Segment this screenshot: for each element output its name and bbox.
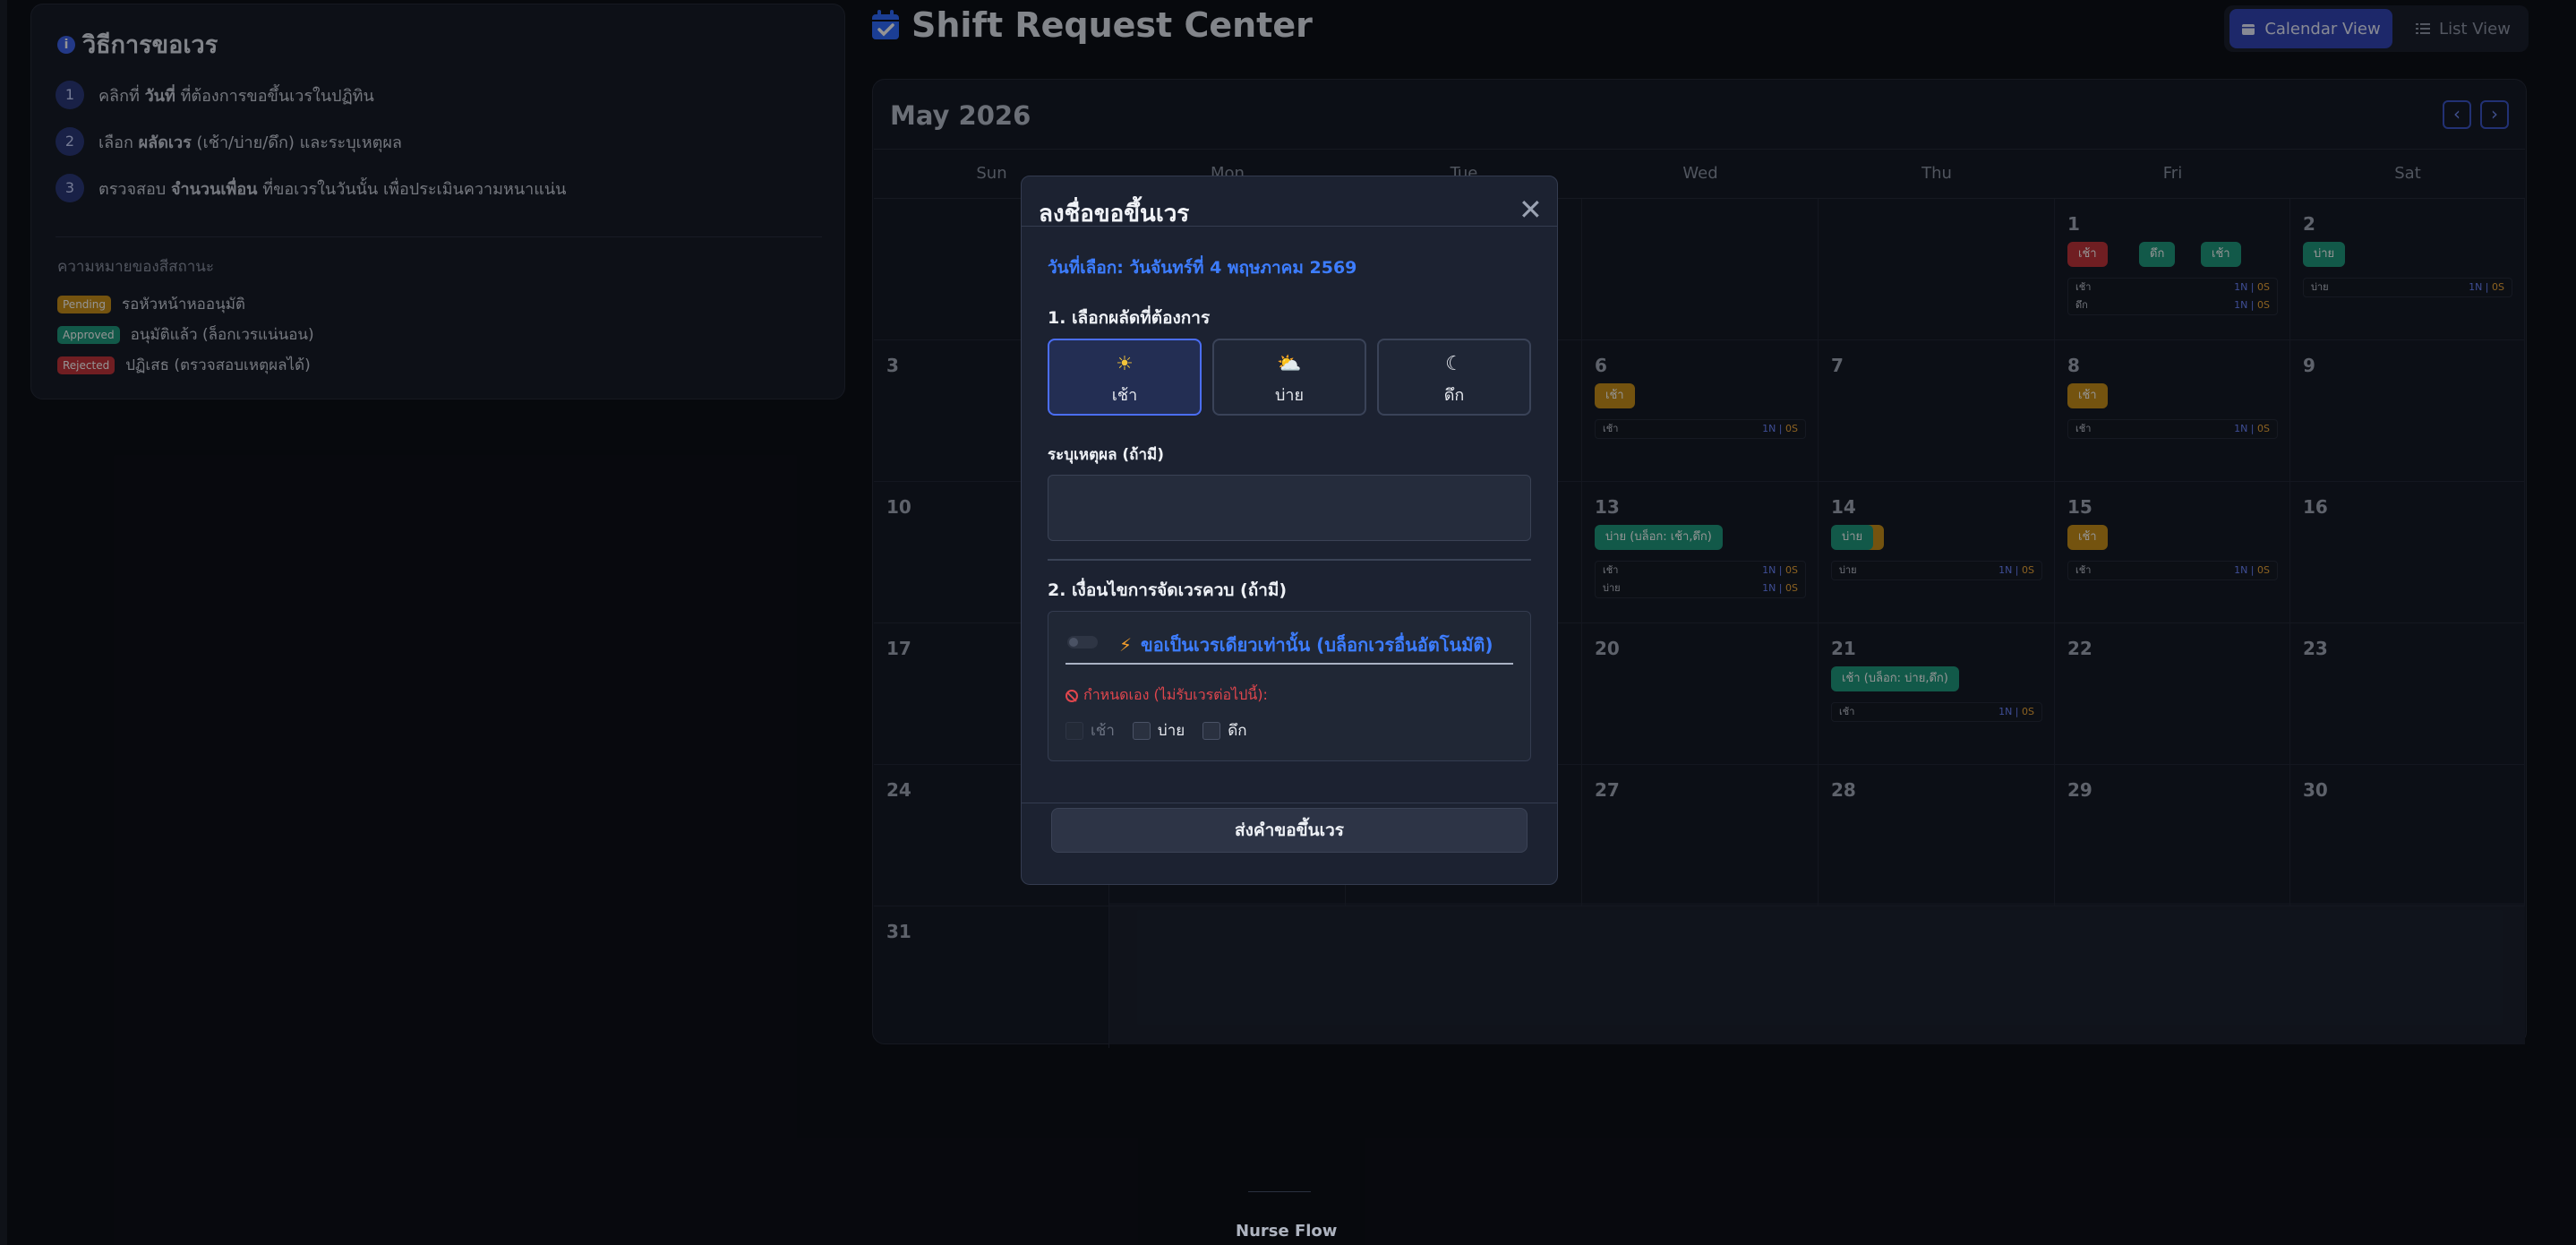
reason-input[interactable]	[1048, 475, 1531, 541]
divider	[1065, 663, 1513, 665]
checkbox-icon	[1132, 721, 1151, 740]
block-night-checkbox[interactable]: ดึก	[1202, 718, 1247, 743]
ban-icon	[1065, 689, 1078, 702]
condition-section-title: 2. เงื่อนไขการจัดเวรควบ (ถ้ามี)	[1048, 580, 1288, 600]
submit-request-button[interactable]: ส่งคำขอขึ้นเวร	[1051, 808, 1528, 853]
checkbox-icon	[1202, 721, 1221, 740]
lightning-icon: ⚡	[1119, 634, 1133, 656]
block-morning-checkbox[interactable]: เช้า	[1065, 718, 1115, 743]
shift-option-night[interactable]: ☾ ดึก	[1377, 339, 1531, 416]
moon-icon: ☾	[1445, 353, 1463, 375]
block-shifts-options: เช้า บ่าย ดึก	[1065, 718, 1247, 743]
checkbox-icon	[1065, 721, 1083, 740]
exclusive-shift-label[interactable]: ⚡ ขอเป็นเวรเดียวเท่านั้น (บล็อกเวรอื่นอั…	[1119, 631, 1493, 659]
shift-option-morning[interactable]: ☀ เช้า	[1048, 339, 1202, 416]
block-afternoon-checkbox[interactable]: บ่าย	[1132, 718, 1185, 743]
shift-section-title: 1. เลือกผลัดที่ต้องการ	[1048, 308, 1211, 328]
block-shifts-label: กำหนดเอง (ไม่รับเวรต่อไปนี้):	[1065, 684, 1268, 707]
close-icon[interactable]: ✕	[1519, 195, 1543, 224]
sun-icon: ☀	[1116, 353, 1134, 375]
exclusive-shift-toggle[interactable]	[1067, 636, 1098, 648]
shift-option-afternoon[interactable]: ⛅ บ่าย	[1212, 339, 1366, 416]
divider	[1248, 1191, 1311, 1192]
footer-brand: Nurse Flow	[1236, 1222, 1338, 1241]
divider	[1048, 559, 1531, 561]
cloud-sun-icon: ⛅	[1277, 353, 1302, 375]
divider	[1022, 226, 1557, 227]
reason-label: ระบุเหตุผล (ถ้ามี)	[1048, 446, 1164, 464]
selected-date: วันที่เลือก: วันจันทร์ที่ 4 พฤษภาคม 2569	[1048, 258, 1357, 278]
